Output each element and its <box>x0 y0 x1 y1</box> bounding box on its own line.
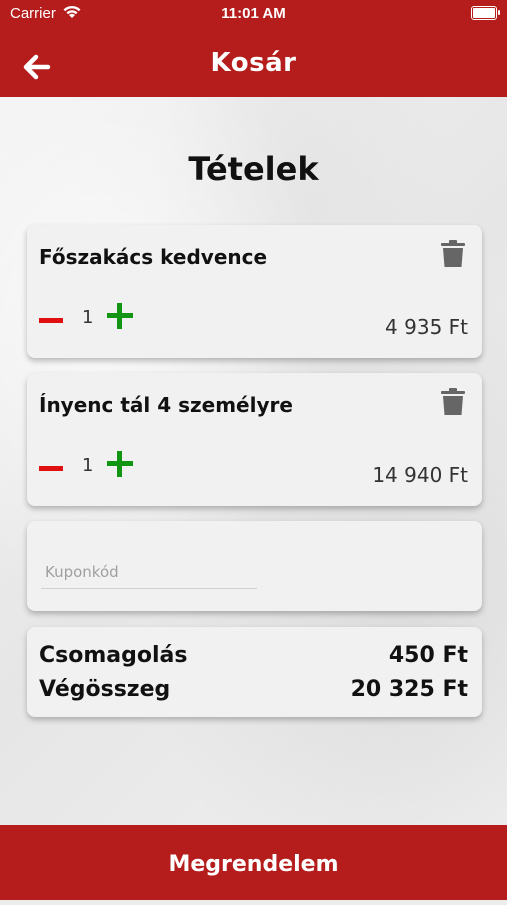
item-price: 4 935 Ft <box>385 315 468 339</box>
page-title: Kosár <box>210 48 297 78</box>
item-price: 14 940 Ft <box>372 463 468 487</box>
decrease-quantity-button[interactable] <box>39 457 63 481</box>
decrease-quantity-button[interactable] <box>39 309 63 333</box>
summary-card: Csomagolás 450 Ft Végösszeg 20 325 Ft <box>27 627 482 717</box>
total-value: 20 325 Ft <box>350 677 468 702</box>
coupon-card <box>27 521 482 611</box>
delete-button[interactable] <box>440 388 466 416</box>
quantity-value: 1 <box>82 307 94 328</box>
increase-quantity-button[interactable] <box>107 303 133 329</box>
app-header: Carrier 11:01 AM Kosár <box>0 0 507 97</box>
cart-item: Főszakács kedvence 1 4 935 Ft <box>27 225 482 358</box>
coupon-code-input[interactable] <box>41 556 257 589</box>
trash-icon <box>441 388 465 415</box>
status-bar: Carrier 11:01 AM <box>0 0 507 28</box>
trash-icon <box>441 240 465 267</box>
clock: 11:01 AM <box>221 5 286 22</box>
section-title: Tételek <box>188 150 319 188</box>
quantity-value: 1 <box>82 455 94 476</box>
total-row: Végösszeg 20 325 Ft <box>39 677 468 702</box>
increase-quantity-button[interactable] <box>107 451 133 477</box>
item-name: Főszakács kedvence <box>39 245 268 269</box>
order-button[interactable]: Megrendelem <box>0 825 507 900</box>
item-name: Ínyenc tál 4 személyre <box>39 393 293 417</box>
delete-button[interactable] <box>440 240 466 268</box>
cart-item: Ínyenc tál 4 személyre 1 14 940 Ft <box>27 373 482 506</box>
battery-icon <box>471 6 500 20</box>
total-label: Végösszeg <box>39 677 171 702</box>
packaging-value: 450 Ft <box>388 643 468 668</box>
packaging-label: Csomagolás <box>39 643 188 668</box>
packaging-row: Csomagolás 450 Ft <box>39 643 468 668</box>
